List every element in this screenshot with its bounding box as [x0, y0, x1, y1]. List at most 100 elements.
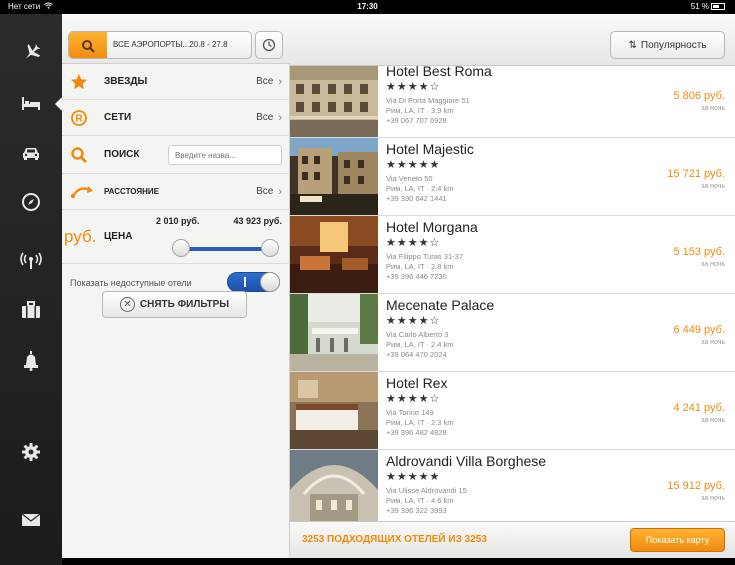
- battery-indicator: 51 %: [691, 2, 725, 11]
- hotel-photo: [290, 66, 378, 137]
- hotel-name-input[interactable]: [168, 145, 282, 165]
- status-bar: Нет сети 17:30 51 %: [0, 0, 735, 14]
- distance-filter-label: РАССТОЯНИЕ: [104, 187, 159, 196]
- history-button[interactable]: [255, 31, 283, 59]
- hotel-address: Via Filippo Turati 31-37: [386, 252, 463, 261]
- wifi-antenna-icon: [20, 252, 42, 269]
- briefcase-icon: [22, 301, 40, 318]
- price-per-night: за ночь: [701, 183, 725, 190]
- airplane-icon: [26, 44, 41, 59]
- sort-button[interactable]: ⇅ Популярность: [610, 31, 725, 59]
- hotel-name: Hotel Rex: [386, 375, 448, 391]
- hotel-name: Hotel Majestic: [386, 141, 474, 157]
- show-map-button[interactable]: Показать карту: [630, 528, 725, 552]
- magnifier-icon: [70, 136, 88, 173]
- hotel-price: 4 241 руб.: [673, 402, 725, 414]
- hotel-name: Aldrovandi Villa Borghese: [386, 453, 547, 469]
- nav-mail[interactable]: [0, 500, 62, 540]
- sort-label: Популярность: [640, 39, 707, 51]
- hotel-list-item[interactable]: Mecenate Palace ★★★★☆ Via Carlo Alberto …: [290, 294, 735, 372]
- hotel-name: Mecenate Palace: [386, 297, 495, 313]
- clock-icon: [262, 38, 276, 52]
- results-header: ⇅ Популярность: [290, 14, 735, 66]
- distance-filter-value: Все ›: [256, 185, 282, 198]
- nav-settings[interactable]: [0, 432, 62, 472]
- hotel-list-item[interactable]: Hotel Majestic ★★★★★ Via Veneto 50 Рим, …: [290, 138, 735, 216]
- price-slider-track: [177, 247, 270, 251]
- filter-panel: ВСЕ АЭРОПОРТЫ...20.8 - 27.8 ЗВЕЗДЫ Все › …: [62, 14, 290, 558]
- reset-filters-button[interactable]: ✕ СНЯТЬ ФИЛЬТРЫ: [102, 291, 247, 318]
- hotel-photo: [290, 372, 378, 449]
- nav-flights[interactable]: [0, 32, 62, 72]
- price-per-night: за ночь: [701, 417, 725, 424]
- nav-rail: [0, 14, 63, 565]
- battery-icon: [711, 3, 725, 10]
- filter-header: ВСЕ АЭРОПОРТЫ...20.8 - 27.8: [62, 14, 290, 64]
- stars-filter-row[interactable]: ЗВЕЗДЫ Все ›: [62, 64, 290, 100]
- compass-icon: [22, 193, 40, 211]
- price-max-value: 43 923 руб.: [233, 216, 282, 226]
- app-window: Нет сети 17:30 51 % ВСЕ АЭРОПОРТЫ...20.8…: [0, 0, 735, 565]
- nav-trips[interactable]: [0, 290, 62, 330]
- hotel-stars: ★★★★★: [386, 159, 441, 171]
- hotel-phone: +39 390 642 1441: [386, 194, 447, 203]
- hotel-list-item[interactable]: Aldrovandi Villa Borghese ★★★★★ Via Ulis…: [290, 450, 735, 521]
- hotel-city-distance: Рим, LA, IT · 2.8 km: [386, 262, 454, 271]
- chains-filter-row[interactable]: R СЕТИ Все ›: [62, 100, 290, 136]
- price-filter-row: руб. ЦЕНА 2 010 руб. 43 923 руб.: [62, 210, 290, 264]
- hotel-photo: [290, 138, 378, 215]
- hotel-list-item[interactable]: Hotel Morgana ★★★★☆ Via Filippo Turati 3…: [290, 216, 735, 294]
- hotel-price: 15 721 руб.: [667, 168, 725, 180]
- hotel-stars: ★★★★☆: [386, 393, 441, 405]
- hotel-stars: ★★★★☆: [386, 237, 441, 249]
- price-per-night: за ночь: [701, 495, 725, 502]
- close-circle-icon: ✕: [119, 297, 135, 312]
- hotel-phone: +39 067 707 6928: [386, 116, 447, 125]
- airports-dates-button[interactable]: ВСЕ АЭРОПОРТЫ...20.8 - 27.8: [68, 31, 252, 59]
- hotel-phone: +39 396 446 7230: [386, 272, 447, 281]
- hotel-phone: +39 396 482 4828: [386, 428, 447, 437]
- airports-dates-label: ВСЕ АЭРОПОРТЫ...20.8 - 27.8: [113, 40, 228, 49]
- price-filter-label: ЦЕНА: [104, 231, 133, 242]
- chevron-right-icon: ›: [278, 75, 282, 88]
- hotel-stars: ★★★★☆: [386, 81, 441, 93]
- nav-explore[interactable]: [0, 182, 62, 222]
- car-icon: [23, 148, 39, 160]
- hotel-address: Via Ulisse Aldrovandi 15: [386, 486, 467, 495]
- clock-time: 17:30: [357, 2, 378, 11]
- nav-cars[interactable]: [0, 133, 62, 173]
- hotel-photo: [290, 294, 378, 371]
- price-min-handle[interactable]: [172, 239, 190, 257]
- chevron-right-icon: ›: [278, 185, 282, 198]
- nav-alerts[interactable]: [0, 341, 62, 381]
- results-footer: 3253 ПОДХОДЯЩИХ ОТЕЛЕЙ ИЗ 3253 Показать …: [290, 521, 735, 558]
- nav-hotels[interactable]: [0, 83, 63, 123]
- hotel-address: Via Di Porta Maggiore 51: [386, 96, 470, 105]
- hotel-phone: +39 064 470 2024: [386, 350, 447, 359]
- hotel-name: Hotel Best Roma: [386, 66, 492, 79]
- price-max-handle[interactable]: [261, 239, 279, 257]
- hotel-name: Hotel Morgana: [386, 219, 478, 235]
- hotel-list-item[interactable]: Hotel Rex ★★★★☆ Via Torino 149 Рим, LA, …: [290, 372, 735, 450]
- stars-filter-value: Все ›: [256, 75, 282, 88]
- price-min-value: 2 010 руб.: [156, 216, 200, 226]
- svg-text:R: R: [75, 113, 83, 124]
- hotel-address: Via Veneto 50: [386, 174, 433, 183]
- search-icon: [69, 32, 107, 58]
- star-icon: [70, 64, 88, 99]
- toggle-knob: [260, 272, 280, 292]
- chevron-right-icon: ›: [278, 111, 282, 124]
- registered-icon: R: [70, 100, 88, 135]
- nav-wifi[interactable]: [0, 241, 62, 281]
- price-per-night: за ночь: [701, 339, 725, 346]
- reset-filters-label: СНЯТЬ ФИЛЬТРЫ: [139, 299, 230, 310]
- stars-filter-label: ЗВЕЗДЫ: [104, 76, 148, 87]
- hotel-list-item[interactable]: Hotel Best Roma ★★★★☆ Via Di Porta Maggi…: [290, 66, 735, 138]
- hotel-phone: +39 396 322 3993: [386, 506, 447, 515]
- search-filter-label: ПОИСК: [104, 149, 140, 160]
- hotel-address: Via Torino 149: [386, 408, 434, 417]
- hotel-city-distance: Рим, LA, IT · 2.3 km: [386, 418, 454, 427]
- unavailable-toggle[interactable]: [227, 272, 280, 292]
- distance-filter-row[interactable]: РАССТОЯНИЕ Все ›: [62, 174, 290, 210]
- price-per-night: за ночь: [701, 105, 725, 112]
